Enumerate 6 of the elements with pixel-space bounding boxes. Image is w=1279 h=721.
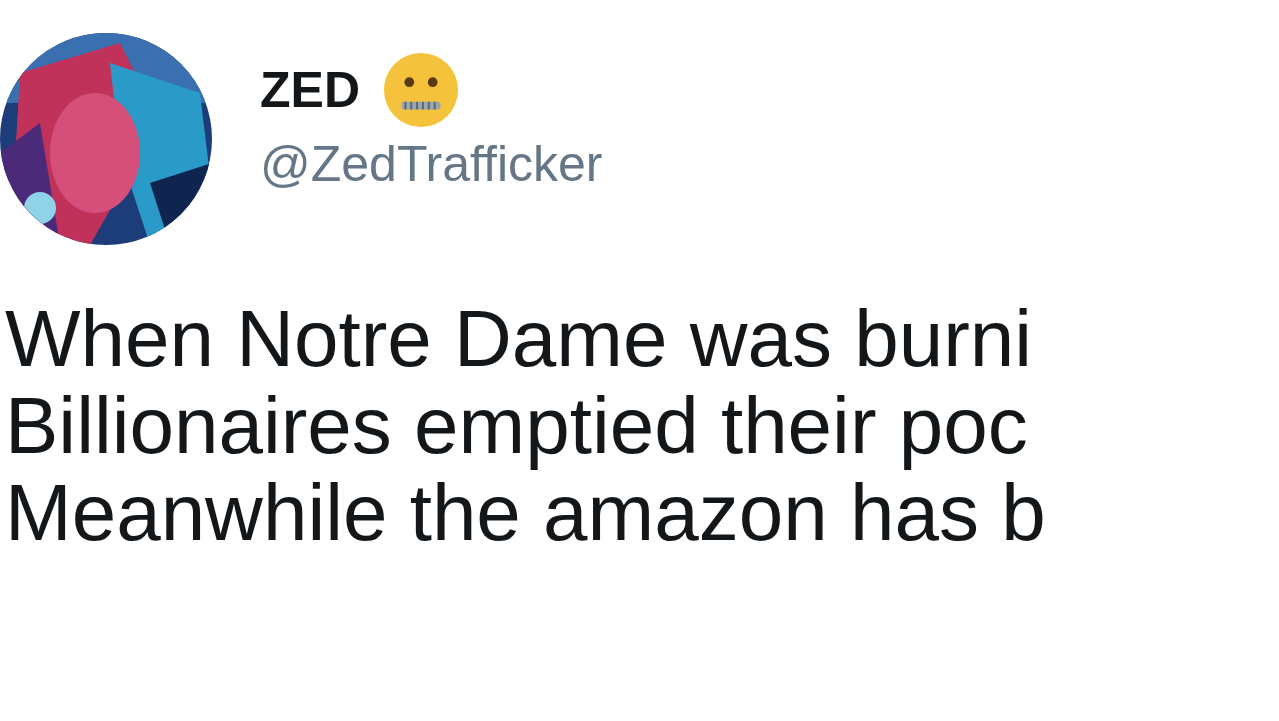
tweet-text-line: Billionaires emptied their poc [5,382,1028,469]
tweet-text-line: When Notre Dame was burni [5,295,1033,382]
emoji-icon [382,51,460,129]
tweet-text-line: Meanwhile the amazon has b [5,469,1046,556]
display-name: ZED [260,61,360,119]
user-handle[interactable]: @ZedTrafficker [260,135,603,193]
